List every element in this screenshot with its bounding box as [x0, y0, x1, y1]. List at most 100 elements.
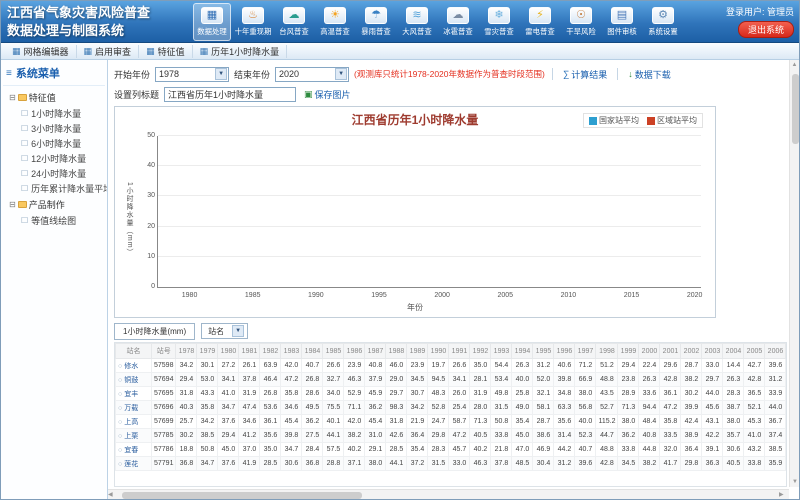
main-content: 开始年份 1978 ▼ 结束年份 2020 ▼ (观测库只统计1978-2020…	[108, 60, 799, 499]
chart-area: 1小时降水量（mm） 01020304050198019851990199520…	[123, 130, 707, 314]
tree-group-0[interactable]: ⊟特征值	[3, 88, 105, 105]
vscroll-thumb[interactable]	[792, 74, 799, 144]
toolbar-hail[interactable]: ☁冰雹普查	[439, 3, 477, 41]
sort-dropdown[interactable]: 站名 ▼	[201, 323, 248, 339]
value-cell: 29.8	[681, 457, 702, 471]
station-name-cell[interactable]: ○上栗	[116, 429, 152, 443]
x-tick-label: 1985	[245, 292, 261, 299]
toolbar-settings[interactable]: ⚙系统设置	[644, 3, 682, 41]
toolbar-lightning[interactable]: ⚡雷电普查	[521, 3, 559, 41]
toolbar-rainstorm[interactable]: ☂暴雨普查	[357, 3, 395, 41]
value-cell: 48.3	[428, 387, 449, 401]
data-processing-icon: ▦	[201, 7, 223, 24]
station-name-cell[interactable]: ○万载	[116, 401, 152, 415]
toolbar-reoccurrence[interactable]: ♨十年重现期	[234, 3, 272, 41]
value-cell: 35.7	[723, 429, 744, 443]
toolbar-drought[interactable]: ☉干旱风险	[562, 3, 600, 41]
tree-item[interactable]: ☐12小时降水量	[3, 150, 105, 165]
table-row[interactable]: ○铜鼓5769429.453.034.137.846.447.226.832.7…	[116, 373, 786, 387]
scroll-down-icon[interactable]: ▼	[792, 477, 798, 487]
calc-result-button[interactable]: ∑ 计算结果	[560, 67, 610, 82]
scroll-left-icon[interactable]: ◀	[108, 490, 118, 499]
value-cell: 48.8	[596, 373, 618, 387]
tree-item[interactable]: ☐等值线绘图	[3, 212, 105, 227]
chart-title-input[interactable]	[164, 87, 296, 102]
logout-button[interactable]: 退出系统	[738, 21, 794, 38]
col-year-1997: 1997	[575, 344, 596, 359]
checkbox-icon: ☐	[21, 139, 28, 148]
station-name-cell[interactable]: ○宜丰	[116, 387, 152, 401]
row-select-icon[interactable]: ○	[118, 461, 122, 468]
vertical-scrollbar[interactable]: ▲ ▼	[789, 60, 799, 487]
station-name-cell[interactable]: ○修水	[116, 359, 152, 373]
tree-item[interactable]: ☐3小时降水量	[3, 120, 105, 135]
tab-1[interactable]: ▦启用审查	[77, 45, 140, 58]
table-row[interactable]: ○上栗5778530.238.529.441.235.639.827.544.1…	[116, 429, 786, 443]
value-cell: 30.2	[176, 429, 197, 443]
station-name-cell[interactable]: ○上高	[116, 415, 152, 429]
toolbar-high-temp[interactable]: ☀高温普查	[316, 3, 354, 41]
hscroll-thumb[interactable]	[122, 492, 362, 499]
row-select-icon[interactable]: ○	[118, 405, 122, 412]
table-row[interactable]: ○莲花5779136.834.737.641.928.530.636.828.8…	[116, 457, 786, 471]
value-cell: 28.8	[323, 457, 344, 471]
row-select-icon[interactable]: ○	[118, 419, 122, 426]
value-cell: 58.1	[533, 401, 554, 415]
tree-item[interactable]: ☐6小时降水量	[3, 135, 105, 150]
horizontal-scrollbar[interactable]: ◀ ▶	[108, 489, 789, 499]
value-cell: 40.8	[639, 429, 660, 443]
toolbar-map-review[interactable]: ▤图件审核	[603, 3, 641, 41]
row-select-icon[interactable]: ○	[118, 377, 122, 384]
toolbar-data-processing[interactable]: ▦数据处理	[193, 3, 231, 41]
value-cell: 38.7	[723, 401, 744, 415]
station-name-cell[interactable]: ○宜春	[116, 443, 152, 457]
toolbar-gale[interactable]: ≋大风普查	[398, 3, 436, 41]
value-cell: 45.7	[449, 443, 470, 457]
scroll-up-icon[interactable]: ▲	[790, 60, 799, 70]
tree-item[interactable]: ☐24小时降水量	[3, 165, 105, 180]
tab-0[interactable]: ▦网格编辑器	[5, 45, 77, 58]
value-cell: 40.0	[512, 373, 533, 387]
value-cell: 28.3	[428, 443, 449, 457]
tab-3[interactable]: ▦历年1小时降水量	[193, 45, 288, 58]
value-cell: 41.0	[744, 429, 765, 443]
high-temp-icon: ☀	[324, 7, 346, 24]
value-cell: 31.8	[386, 415, 407, 429]
row-select-icon[interactable]: ○	[118, 391, 122, 398]
row-select-icon[interactable]: ○	[118, 447, 122, 454]
value-cell: 50.8	[197, 443, 218, 457]
toolbar-snow[interactable]: ❄雪灾普查	[480, 3, 518, 41]
tree-group-1[interactable]: ⊟产品制作	[3, 195, 105, 212]
save-image-icon: ▣	[304, 89, 313, 100]
row-select-icon[interactable]: ○	[118, 363, 122, 370]
tree-item[interactable]: ☐1小时降水量	[3, 105, 105, 120]
save-image-button[interactable]: ▣ 保存图片	[301, 87, 354, 102]
folder-icon	[18, 201, 27, 208]
chart-bars	[158, 136, 701, 287]
table-row[interactable]: ○宜丰5769531.843.341.031.926.835.828.634.0…	[116, 387, 786, 401]
value-cell: 33.8	[491, 429, 512, 443]
value-cell: 31.4	[554, 429, 575, 443]
tree-item[interactable]: ☐历年累计降水量平均值	[3, 180, 105, 195]
table-row[interactable]: ○宜春5778618.850.845.037.035.034.728.457.5…	[116, 443, 786, 457]
grid-icon: ▦	[84, 46, 93, 57]
row-select-icon[interactable]: ○	[118, 433, 122, 440]
station-name-cell[interactable]: ○铜鼓	[116, 373, 152, 387]
value-cell: 47.2	[281, 373, 302, 387]
start-year-select[interactable]: 1978 ▼	[155, 67, 229, 82]
scroll-right-icon[interactable]: ▶	[779, 490, 789, 499]
value-cell: 21.9	[407, 415, 428, 429]
table-row[interactable]: ○万载5769640.335.834.747.453.634.649.575.5…	[116, 401, 786, 415]
value-cell: 42.2	[702, 429, 723, 443]
value-cell: 52.1	[744, 401, 765, 415]
col-year-1994: 1994	[512, 344, 533, 359]
data-download-button[interactable]: ↓ 数据下载	[625, 67, 674, 82]
toolbar-typhoon[interactable]: ☁台风普查	[275, 3, 313, 41]
value-cell: 40.0	[575, 415, 596, 429]
value-cell: 34.7	[197, 457, 218, 471]
station-name-cell[interactable]: ○莲花	[116, 457, 152, 471]
tab-2[interactable]: ▦特征值	[139, 45, 193, 58]
end-year-select[interactable]: 2020 ▼	[275, 67, 349, 82]
table-row[interactable]: ○修水5759834.230.127.226.163.942.040.726.6…	[116, 359, 786, 373]
table-row[interactable]: ○上高5769925.734.237.634.636.145.436.240.1…	[116, 415, 786, 429]
